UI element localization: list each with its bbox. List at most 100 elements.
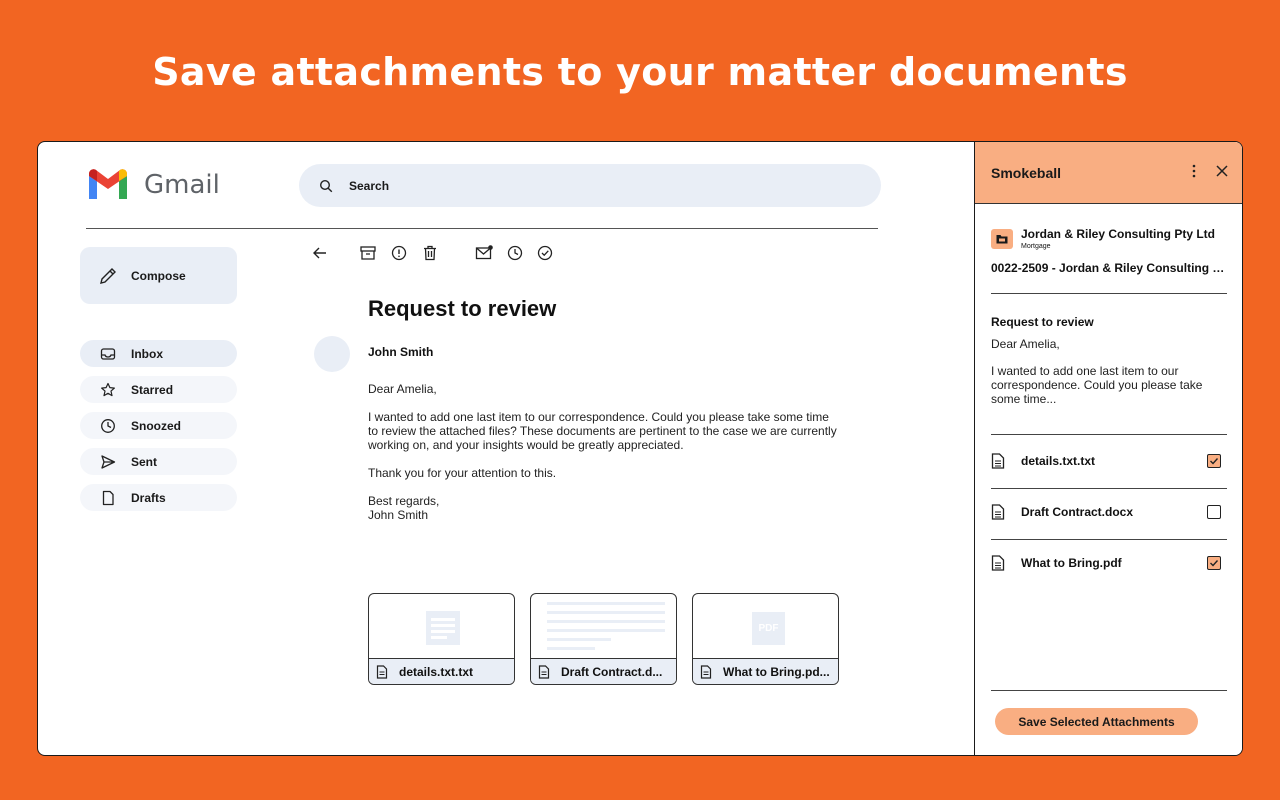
header-divider [86,228,878,229]
folder-icon [996,235,1008,244]
close-icon [1216,165,1228,177]
smokeball-panel: Smokeball Jordan & Riley Consulting Pty … [974,142,1242,755]
attachment-checkbox[interactable] [1207,454,1221,468]
delete-button[interactable] [421,244,439,262]
more-vertical-icon [1192,164,1196,178]
nav-item-starred[interactable]: Starred [80,376,237,403]
gmail-wordmark: Gmail [144,170,220,200]
panel-divider [991,690,1227,691]
nav-item-inbox[interactable]: Inbox [80,340,237,367]
matter-folder-icon [991,229,1013,249]
attachment-row[interactable]: details.txt.txt [991,436,1227,486]
pencil-icon [100,267,116,284]
attachment-thumbnail [531,594,676,659]
star-icon [101,382,115,396]
document-icon [991,555,1005,571]
archive-button[interactable] [359,244,377,262]
attachment-checkbox[interactable] [1207,556,1221,570]
nav-label: Sent [131,454,158,469]
compose-label: Compose [131,268,186,283]
attachment-filename: Draft Contract.docx [1021,505,1134,519]
back-arrow-icon [313,247,326,259]
attachment-card[interactable]: PDF What to Bring.pd... [692,593,839,685]
document-icon [991,453,1005,469]
email-thanks: Thank you for your attention to this. [368,466,557,480]
nav-item-sent[interactable]: Sent [80,448,237,475]
app-window: Gmail Compose Inbox Starred Snoozed Sent [37,141,1243,756]
pdf-preview-icon: PDF [752,612,785,645]
email-greeting: Dear Amelia, [368,382,437,396]
gmail-logo[interactable]: Gmail [86,168,220,202]
panel-divider [991,434,1227,435]
attachment-filename: What to Bring.pdf [1021,556,1122,570]
docx-preview-icon [547,602,665,650]
search-bar[interactable] [299,164,881,207]
mail-nav: Inbox Starred Snoozed Sent Drafts [80,340,237,520]
add-task-button[interactable] [536,244,554,262]
gmail-m-icon [89,169,127,199]
more-options-button[interactable] [1185,162,1203,180]
search-input[interactable] [349,178,749,193]
inbox-icon [100,347,116,360]
nav-label: Drafts [131,490,166,505]
save-selected-attachments-button[interactable]: Save Selected Attachments [995,708,1198,735]
email-body: Dear Amelia, I wanted to add one last it… [368,382,838,536]
matter-name[interactable]: Jordan & Riley Consulting Pty Ltd [1021,227,1215,241]
email-signoff: Best regards, John Smith [368,494,440,522]
attachment-name: details.txt.txt [399,664,474,679]
checkmark-icon [1210,560,1219,567]
delete-icon [424,245,436,261]
attachment-row[interactable]: Draft Contract.docx [991,487,1227,537]
mark-unread-icon [475,245,493,260]
email-subject: Request to review [368,296,557,321]
report-spam-button[interactable] [390,244,408,262]
attachment-thumbnail [369,594,514,659]
attachment-filename: details.txt.txt [1021,454,1096,468]
compose-button[interactable]: Compose [80,247,237,304]
add-task-icon [537,245,553,261]
nav-item-drafts[interactable]: Drafts [80,484,237,511]
matter-reference[interactable]: 0022-2509 - Jordan & Riley Consulting Pt… [991,261,1227,275]
back-button[interactable] [311,244,329,262]
document-icon [376,664,388,679]
panel-title: Smokeball [991,164,1062,181]
panel-header: Smokeball [975,142,1242,204]
archive-icon [360,246,376,260]
attachment-name: Draft Contract.d... [561,664,663,679]
attachment-label: Draft Contract.d... [531,658,676,684]
sender-name: John Smith [368,345,434,359]
attachment-card[interactable]: details.txt.txt [368,593,515,685]
clock-icon [101,418,115,433]
attachment-label: What to Bring.pd... [693,658,838,684]
panel-email-subject: Request to review [991,315,1094,329]
snooze-button[interactable] [506,244,524,262]
report-spam-icon [391,245,407,261]
attachment-name: What to Bring.pd... [723,664,830,679]
attachment-checkbox[interactable] [1207,505,1221,519]
checkmark-icon [1210,458,1219,465]
page-headline: Save attachments to your matter document… [152,50,1128,94]
panel-divider [991,293,1227,294]
mark-unread-button[interactable] [475,244,493,262]
close-panel-button[interactable] [1213,162,1231,180]
nav-label: Inbox [131,346,163,361]
panel-email-preview: I wanted to add one last item to our cor… [991,364,1203,406]
pdf-thumb-label: PDF [758,623,779,634]
file-icon [102,490,114,505]
sender-avatar [314,336,350,372]
attachment-row[interactable]: What to Bring.pdf [991,538,1227,588]
nav-item-snoozed[interactable]: Snoozed [80,412,237,439]
document-icon [700,664,712,679]
matter-type: Mortgage [1021,243,1051,250]
panel-email-greeting: Dear Amelia, [991,337,1060,351]
attachment-card[interactable]: Draft Contract.d... [530,593,677,685]
document-icon [991,504,1005,520]
nav-label: Snoozed [131,418,181,433]
attachment-thumbnail: PDF [693,594,838,659]
email-paragraph: I wanted to add one last item to our cor… [368,410,837,452]
text-document-icon [426,611,460,645]
attachment-label: details.txt.txt [369,658,514,684]
search-icon [319,179,333,192]
document-icon [538,664,550,679]
send-icon [101,454,116,469]
